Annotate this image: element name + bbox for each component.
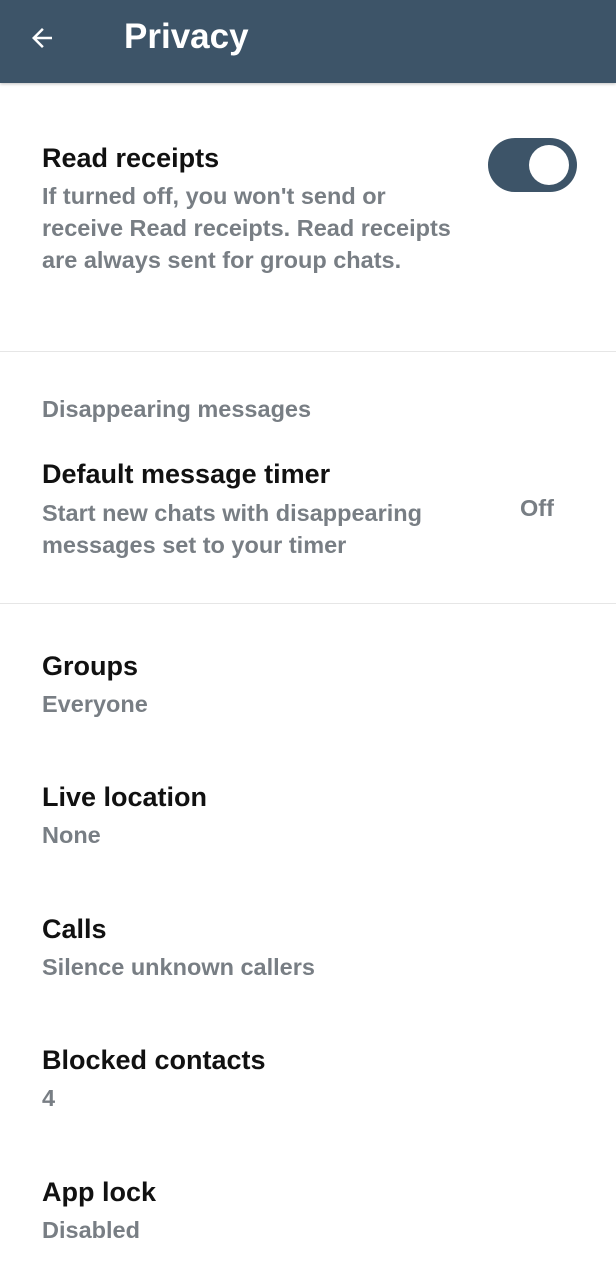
- live-location-title: Live location: [42, 782, 208, 812]
- read-receipts-toggle[interactable]: [488, 138, 577, 192]
- live-location-value: None: [42, 822, 101, 848]
- calls-title: Calls: [42, 914, 107, 944]
- blocked-contacts-value: 4: [42, 1085, 56, 1111]
- section-header-disappearing: Disappearing messages: [42, 396, 312, 422]
- toggle-knob: [529, 145, 569, 185]
- groups-row[interactable]: [0, 630, 616, 740]
- divider: [0, 351, 616, 352]
- app-lock-value: Disabled: [42, 1217, 140, 1243]
- arrow-left-icon: [32, 28, 52, 48]
- read-receipts-description: If turned off, you won't send or receive…: [42, 183, 451, 273]
- default-message-timer-title: Default message timer: [42, 459, 331, 489]
- live-location-row[interactable]: [0, 762, 616, 872]
- default-message-timer-description: Start new chats with disappearing messag…: [42, 500, 422, 558]
- back-button[interactable]: [14, 10, 70, 66]
- page-title: Privacy: [124, 17, 249, 56]
- app-lock-title: App lock: [42, 1177, 157, 1207]
- read-receipts-title: Read receipts: [42, 143, 220, 173]
- calls-row[interactable]: [0, 894, 616, 1004]
- divider: [0, 603, 616, 604]
- blocked-contacts-title: Blocked contacts: [42, 1045, 266, 1075]
- groups-title: Groups: [42, 651, 139, 681]
- groups-value: Everyone: [42, 691, 148, 717]
- app-lock-row[interactable]: [0, 1157, 616, 1267]
- calls-value: Silence unknown callers: [42, 954, 315, 980]
- app-bar: Privacy: [0, 0, 616, 83]
- blocked-contacts-row[interactable]: [0, 1025, 616, 1135]
- default-message-timer-value: Off: [520, 495, 554, 521]
